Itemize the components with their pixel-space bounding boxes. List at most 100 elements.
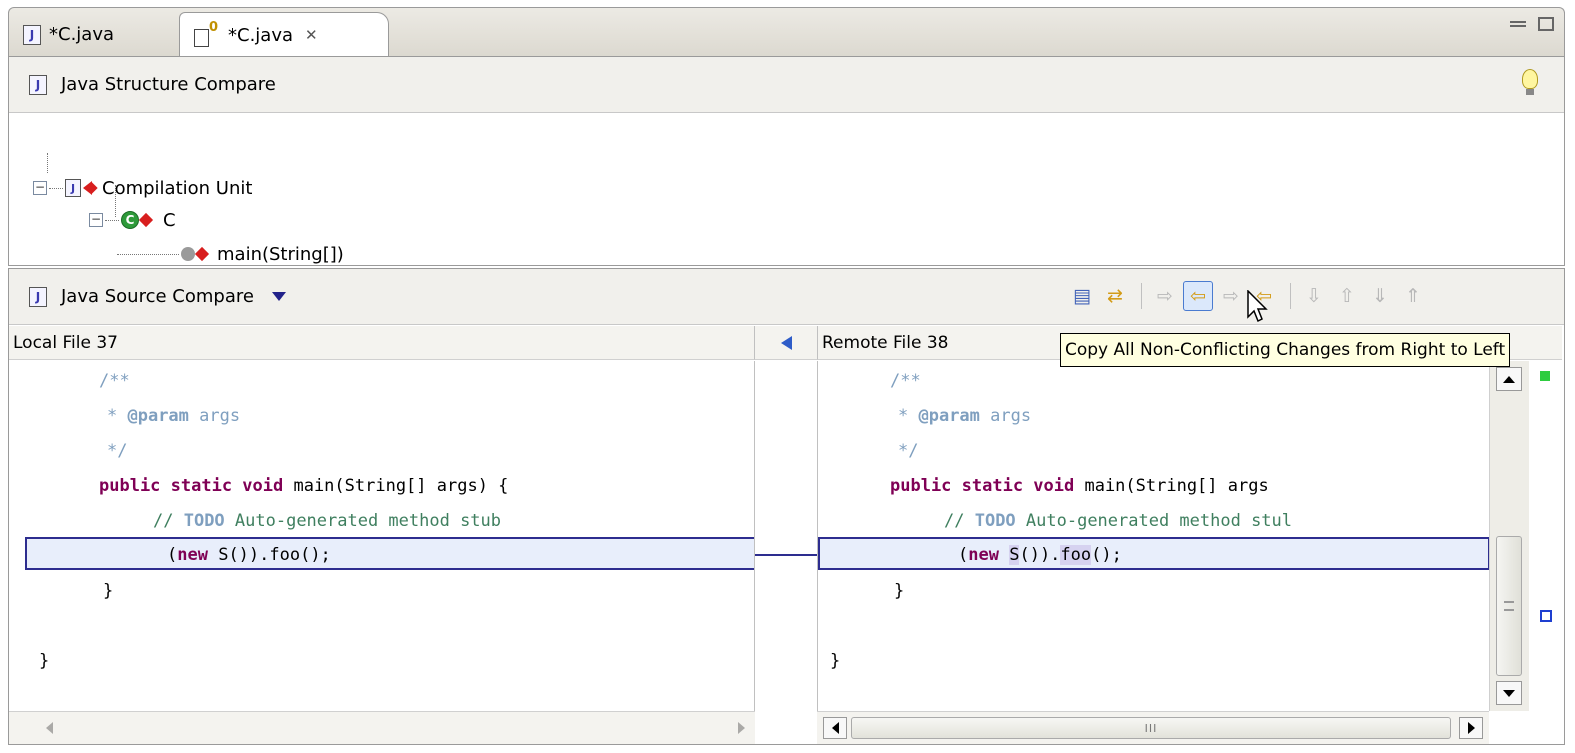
pane-title: Java Structure Compare xyxy=(61,74,276,95)
swap-sides-icon[interactable]: ⇄ xyxy=(1100,281,1130,311)
maximize-icon[interactable] xyxy=(1538,17,1554,31)
code-token: } xyxy=(103,580,114,601)
scroll-thumb[interactable] xyxy=(1496,536,1522,676)
local-code-editor[interactable]: /** * @param args */ public static void … xyxy=(9,361,755,711)
pane-title: Java Source Compare xyxy=(61,286,254,307)
local-file-header: Local File 37 xyxy=(9,326,755,360)
code-token: */ xyxy=(107,440,128,461)
code-token: @param xyxy=(918,405,980,426)
java-file-icon: J xyxy=(29,74,47,95)
method-icon xyxy=(181,247,195,261)
code-token: * xyxy=(107,405,128,426)
tab-label: *C.java xyxy=(49,24,115,45)
code-token: */ xyxy=(898,440,919,461)
code-token: new xyxy=(177,544,208,565)
code-token: Auto-generated method stul xyxy=(1015,510,1293,531)
code-token: /** xyxy=(890,370,921,391)
code-token: ( xyxy=(167,544,178,565)
class-icon: C xyxy=(121,211,139,229)
copy-all-left-to-right-icon[interactable]: ⇨ xyxy=(1150,281,1180,311)
code-token: } xyxy=(894,580,905,601)
code-token: Auto-generated method stub xyxy=(224,510,502,531)
merge-center-header xyxy=(755,326,817,360)
tab-c-java-compare[interactable]: 0 *C.java ✕ xyxy=(179,12,389,57)
code-token: ()). xyxy=(1019,544,1061,565)
conflict-marker-icon xyxy=(138,212,154,228)
code-token: main(String[] args) { xyxy=(283,475,509,496)
scroll-right-button[interactable] xyxy=(1459,717,1483,739)
chevron-down-icon[interactable] xyxy=(271,292,286,301)
java-file-icon: J xyxy=(23,24,41,45)
scroll-left-button[interactable] xyxy=(37,717,61,739)
remote-code-editor[interactable]: /** * @param args */ public static void … xyxy=(817,361,1489,711)
tab-c-java[interactable]: J *C.java xyxy=(9,12,177,57)
lightbulb-icon[interactable] xyxy=(1522,69,1538,97)
copy-left-arrow-icon[interactable] xyxy=(780,335,792,350)
tree-node-compilation-unit[interactable]: − J Compilation Unit xyxy=(33,173,252,203)
source-compare-header: J Java Source Compare ▤ ⇄ ⇨ ⇦ ⇨ ⇦ ⇩ ⇧ ⇓ … xyxy=(9,269,1564,325)
tree-node-label: C xyxy=(163,209,176,231)
diff-highlight xyxy=(25,537,754,570)
code-token: * xyxy=(898,405,919,426)
code-token: new xyxy=(968,544,999,565)
window-controls xyxy=(1510,17,1554,31)
next-difference-icon[interactable]: ⇩ xyxy=(1299,281,1329,311)
editor-tab-bar: J *C.java 0 *C.java ✕ xyxy=(8,7,1565,57)
close-tab-icon[interactable]: ✕ xyxy=(305,26,318,44)
local-file-label: Local File 37 xyxy=(13,332,118,353)
code-token: // xyxy=(944,510,975,531)
overview-ruler xyxy=(1530,361,1562,711)
code-token: TODO xyxy=(974,510,1016,531)
scroll-right-button[interactable] xyxy=(729,717,753,739)
code-token: TODO xyxy=(183,510,225,531)
no-errors-marker xyxy=(1540,371,1550,381)
remote-file-label: Remote File 38 xyxy=(822,332,949,353)
horizontal-scroll-thumb[interactable]: III xyxy=(851,717,1451,739)
compare-editor-icon: 0 xyxy=(194,20,220,47)
tree-node-label: main(String[]) xyxy=(217,243,344,265)
tree-node-label: Compilation Unit xyxy=(102,177,253,199)
code-token: args xyxy=(979,405,1032,426)
changed-token: foo xyxy=(1060,544,1092,565)
java-file-icon: J xyxy=(65,179,81,197)
scroll-left-button[interactable] xyxy=(823,717,847,739)
copy-all-non-conflicting-right-to-left-icon[interactable]: ⇦ xyxy=(1183,281,1213,311)
toolbar-tooltip: Copy All Non-Conflicting Changes from Ri… xyxy=(1060,333,1511,367)
code-token: @param xyxy=(127,405,189,426)
changed-token: S xyxy=(1009,544,1020,565)
tree-node-method-main[interactable]: main(String[]) xyxy=(115,239,344,269)
collapse-icon[interactable]: − xyxy=(89,213,103,227)
merge-center-gutter xyxy=(755,361,817,711)
code-token: public static void xyxy=(99,475,284,496)
conflict-marker-icon xyxy=(194,246,210,262)
code-token: public static void xyxy=(890,475,1075,496)
java-file-icon: J xyxy=(29,286,47,307)
previous-difference-icon[interactable]: ⇧ xyxy=(1332,281,1362,311)
code-token: // xyxy=(153,510,184,531)
vertical-scrollbar[interactable] xyxy=(1489,361,1529,711)
local-horizontal-scrollbar[interactable] xyxy=(9,711,755,744)
previous-change-icon[interactable]: ⇑ xyxy=(1398,281,1428,311)
layout-toggle-icon[interactable]: ▤ xyxy=(1067,281,1097,311)
next-change-icon[interactable]: ⇓ xyxy=(1365,281,1395,311)
scroll-grip: III xyxy=(1144,721,1158,735)
code-token: ( xyxy=(958,544,969,565)
collapse-icon[interactable]: − xyxy=(33,181,47,195)
diff-overview-marker[interactable] xyxy=(1540,610,1552,622)
code-token: } xyxy=(39,650,50,671)
scroll-up-button[interactable] xyxy=(1496,367,1522,391)
compare-editor-window: J *C.java 0 *C.java ✕ J Java Structure C… xyxy=(0,0,1575,753)
copy-current-left-to-right-icon[interactable]: ⇨ xyxy=(1216,281,1246,311)
code-token: main(String[] args xyxy=(1074,475,1269,496)
structure-tree: − J Compilation Unit − C C main(String[]… xyxy=(9,113,1564,265)
minimize-icon[interactable] xyxy=(1510,21,1526,27)
code-token: (); xyxy=(1091,544,1122,565)
tab-label: *C.java xyxy=(228,24,294,46)
scroll-down-button[interactable] xyxy=(1496,681,1522,705)
mouse-cursor-icon xyxy=(1247,290,1268,323)
remote-horizontal-scrollbar[interactable]: III xyxy=(817,711,1489,744)
structure-compare-pane: J Java Structure Compare − J Compilation… xyxy=(8,56,1565,266)
tree-node-class-c[interactable]: − C C xyxy=(89,205,176,235)
diff-highlight xyxy=(818,537,1489,570)
